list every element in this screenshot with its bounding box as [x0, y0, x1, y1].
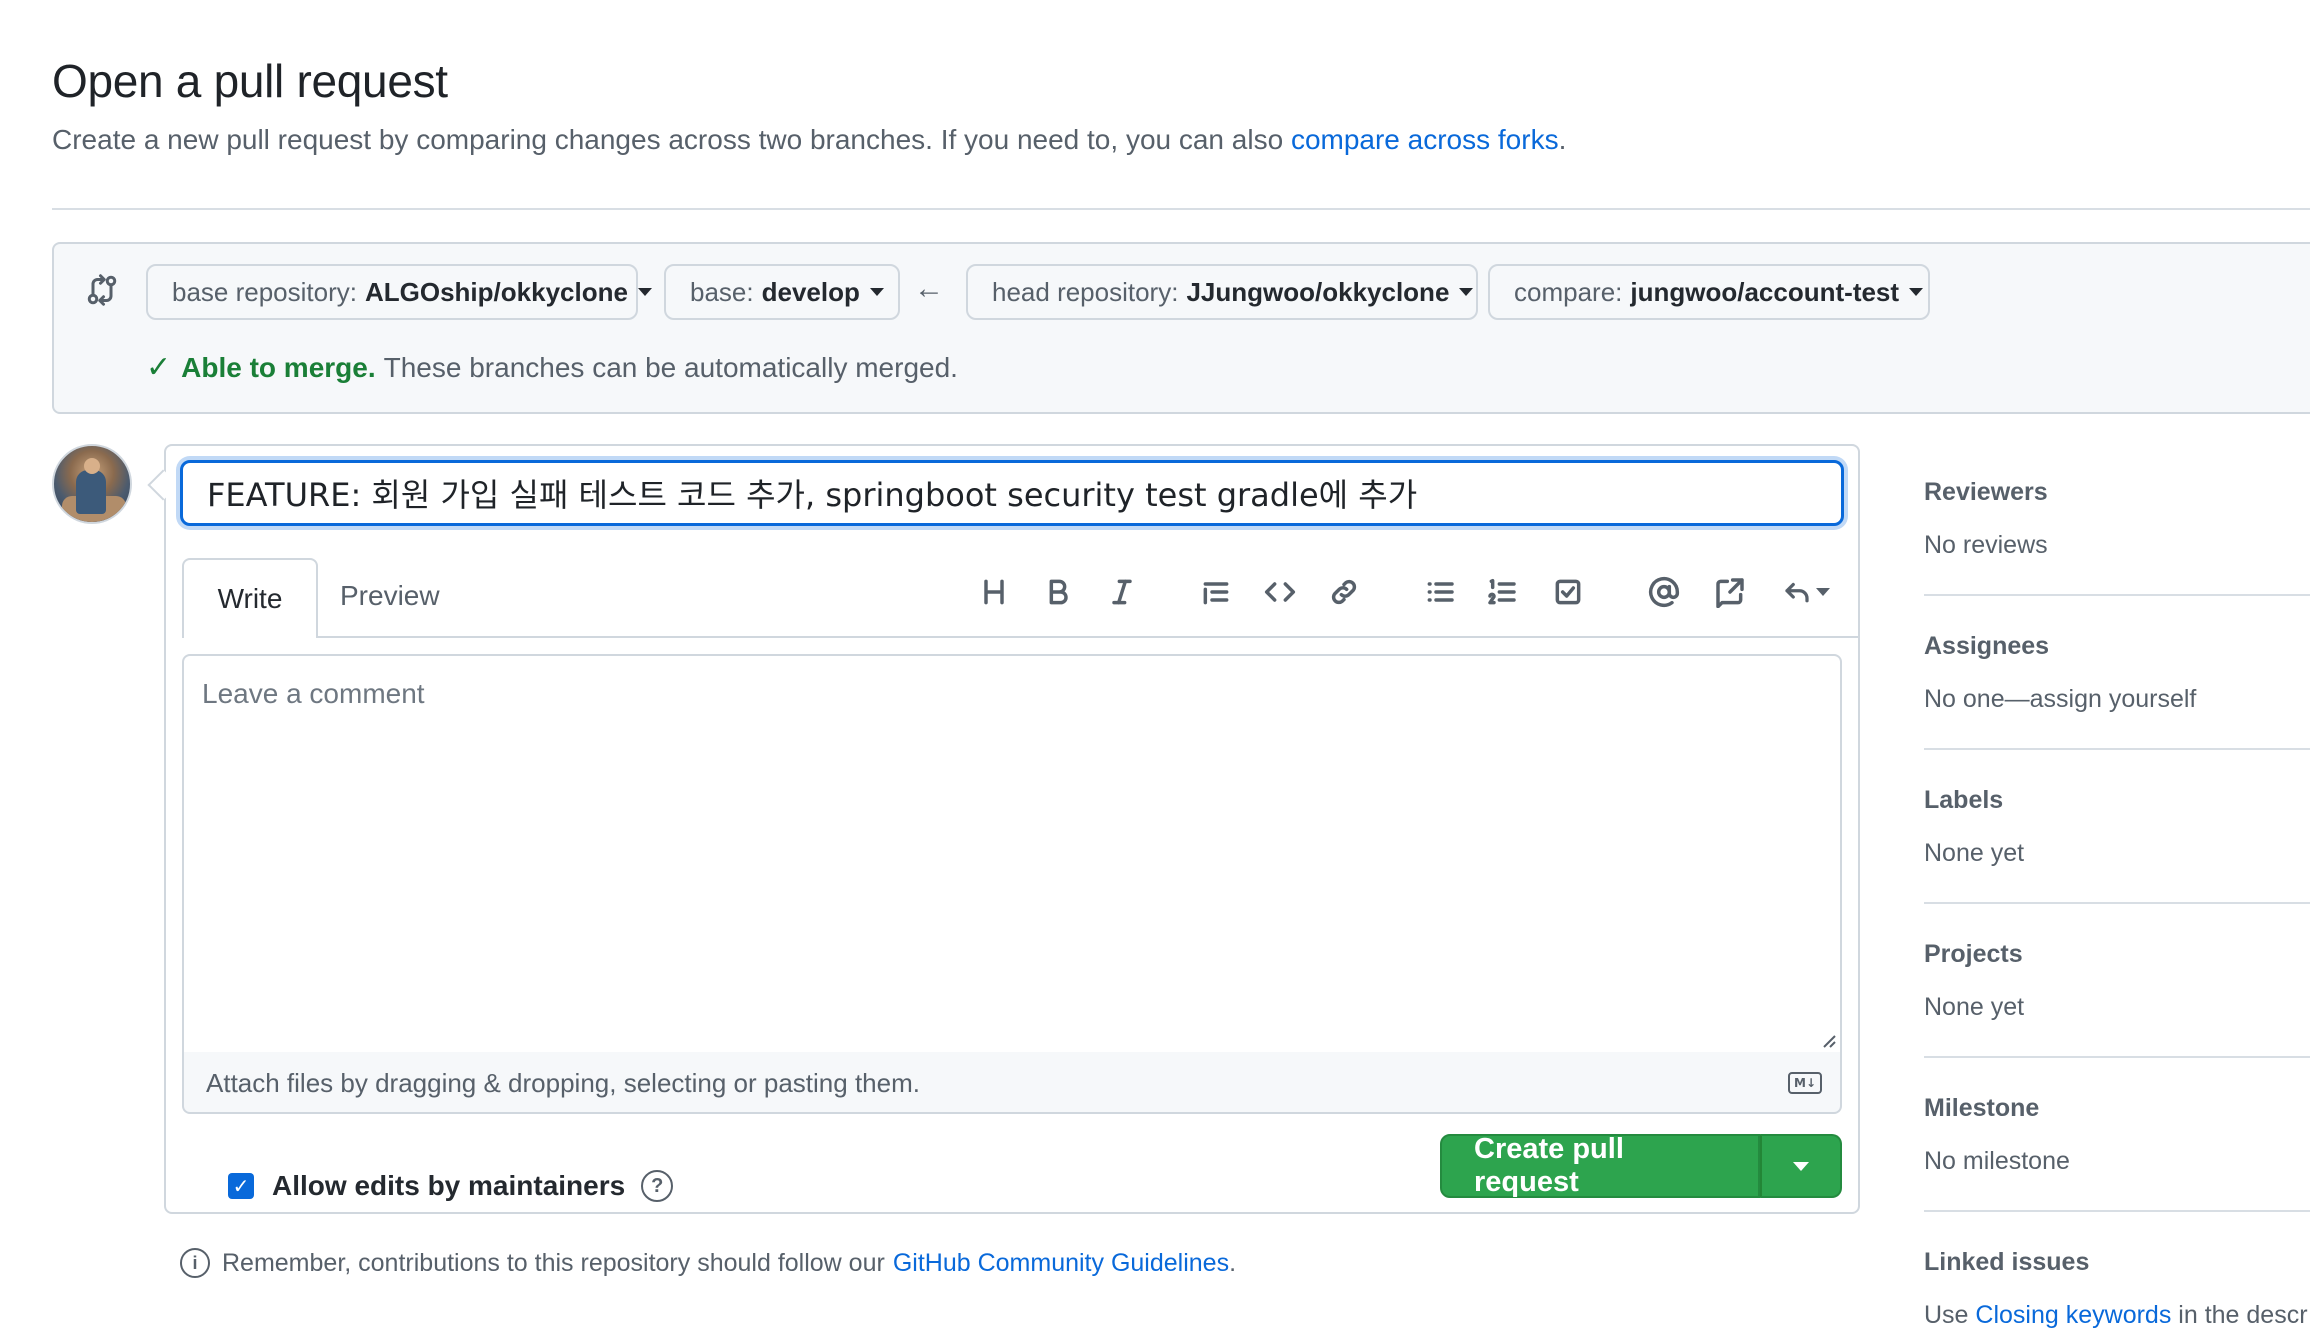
- tabs-divider: [182, 636, 1858, 638]
- tab-preview[interactable]: Preview: [340, 580, 440, 612]
- sidebar-divider: [1924, 902, 2310, 904]
- subtitle-end: .: [1558, 124, 1567, 155]
- arrow-left-icon: ←: [914, 272, 944, 305]
- guidelines-text: Remember, contributions to this reposito…: [222, 1248, 885, 1277]
- sidebar-divider: [1924, 1056, 2310, 1058]
- base-branch-label: base:: [690, 276, 754, 307]
- mention-icon[interactable]: [1642, 570, 1686, 614]
- sidebar-reviewers[interactable]: Reviewers No reviews: [1924, 478, 2310, 560]
- base-repository-label: base repository:: [172, 276, 357, 307]
- sidebar-linked-issues: Linked issues Use Closing keywords in th…: [1924, 1248, 2310, 1330]
- guidelines-end: .: [1229, 1248, 1237, 1277]
- head-repository-value: JJungwoo/okkyclone: [1186, 276, 1450, 307]
- linked-issues-title: Linked issues: [1924, 1248, 2090, 1276]
- base-repository-select[interactable]: base repository: ALGOship/okkyclone: [146, 264, 652, 320]
- avatar: [52, 444, 132, 524]
- compare-across-forks-link[interactable]: compare across forks: [1291, 124, 1559, 155]
- unordered-list-icon[interactable]: [1418, 570, 1462, 614]
- guidelines-note: i Remember, contributions to this reposi…: [180, 1248, 1236, 1278]
- subtitle-text: Create a new pull request by comparing c…: [52, 124, 1284, 155]
- attach-files-bar[interactable]: Attach files by dragging & dropping, sel…: [182, 1052, 1842, 1114]
- create-options-dropdown-button[interactable]: [1760, 1134, 1842, 1198]
- reviewers-title[interactable]: Reviewers: [1924, 478, 2310, 507]
- linked-pre: Use: [1924, 1301, 1969, 1329]
- milestone-value: No milestone: [1924, 1147, 2070, 1175]
- allow-edits-checkbox[interactable]: ✓: [228, 1173, 254, 1199]
- sidebar-divider: [1924, 594, 2310, 596]
- sidebar-labels[interactable]: Labels None yet: [1924, 786, 2310, 868]
- caret-down-icon: [1793, 1161, 1809, 1171]
- italic-icon[interactable]: [1100, 570, 1144, 614]
- pr-title-input[interactable]: [180, 460, 1844, 526]
- projects-title[interactable]: Projects: [1924, 940, 2310, 969]
- assignees-value[interactable]: No one—assign yourself: [1924, 685, 2310, 714]
- caret-down-icon: [1816, 588, 1830, 596]
- reference-icon[interactable]: [1708, 570, 1752, 614]
- linked-post: in the descr: [2178, 1301, 2308, 1329]
- base-branch-value: develop: [761, 276, 860, 307]
- info-icon: i: [180, 1248, 210, 1278]
- page-title: Open a pull request: [52, 55, 448, 107]
- comment-placeholder: Leave a comment: [202, 678, 425, 709]
- sidebar-assignees[interactable]: Assignees No one—assign yourself: [1924, 632, 2310, 714]
- caret-down-icon: [869, 288, 884, 296]
- create-pull-request-button[interactable]: Create pull request: [1440, 1133, 1760, 1198]
- base-repository-value: ALGOship/okkyclone: [364, 276, 628, 307]
- link-icon[interactable]: [1322, 570, 1366, 614]
- reply-icon[interactable]: [1774, 570, 1838, 614]
- labels-value: None yet: [1924, 839, 2025, 867]
- caret-down-icon: [1459, 288, 1474, 296]
- sidebar-milestone[interactable]: Milestone No milestone: [1924, 1094, 2310, 1176]
- compare-branch-select[interactable]: compare: jungwoo/account-test: [1488, 264, 1930, 320]
- merge-status-text: These branches can be automatically merg…: [383, 351, 958, 383]
- compare-branch-label: compare:: [1514, 276, 1623, 307]
- linked-issues-value: Use Closing keywords in the descr: [1924, 1301, 2310, 1330]
- head-repository-select[interactable]: head repository: JJungwoo/okkyclone: [966, 264, 1478, 320]
- community-guidelines-link[interactable]: GitHub Community Guidelines: [893, 1249, 1229, 1278]
- avatar-body: [76, 470, 106, 514]
- range-editor: base repository: ALGOship/okkyclone base…: [52, 242, 2310, 414]
- bold-icon[interactable]: [1036, 570, 1080, 614]
- projects-value: None yet: [1924, 993, 2025, 1021]
- labels-title[interactable]: Labels: [1924, 786, 2310, 815]
- milestone-title[interactable]: Milestone: [1924, 1094, 2310, 1123]
- allow-edits-checkbox-row[interactable]: ✓ Allow edits by maintainers ?: [228, 1170, 674, 1202]
- markdown-icon[interactable]: M↓: [1788, 1072, 1822, 1094]
- base-branch-select[interactable]: base: develop: [664, 264, 900, 320]
- sidebar-divider: [1924, 748, 2310, 750]
- sidebar-projects[interactable]: Projects None yet: [1924, 940, 2310, 1022]
- reviewers-value: No reviews: [1924, 531, 2048, 559]
- merge-status-ok: Able to merge.: [181, 351, 376, 383]
- comment-textarea[interactable]: Leave a comment: [182, 654, 1842, 1054]
- question-icon[interactable]: ?: [641, 1170, 674, 1202]
- head-repository-label: head repository:: [992, 276, 1179, 307]
- assignees-title[interactable]: Assignees: [1924, 632, 2310, 661]
- compare-branch-value: jungwoo/account-test: [1630, 276, 1900, 307]
- caret-down-icon: [1909, 288, 1924, 296]
- caret-down-icon: [637, 288, 652, 296]
- merge-status: ✓ Able to merge. These branches can be a…: [146, 350, 958, 385]
- heading-icon[interactable]: [972, 570, 1016, 614]
- check-icon: ✓: [146, 351, 172, 384]
- git-compare-icon: [87, 274, 117, 306]
- tab-write[interactable]: Write: [182, 558, 318, 638]
- avatar-head: [84, 458, 100, 474]
- code-icon[interactable]: [1258, 570, 1302, 614]
- task-list-icon[interactable]: [1546, 570, 1590, 614]
- sidebar-divider: [1924, 1210, 2310, 1212]
- header-divider: [52, 208, 2310, 210]
- allow-edits-label: Allow edits by maintainers: [272, 1170, 626, 1201]
- resize-handle-icon[interactable]: [1820, 1032, 1836, 1048]
- closing-keywords-link[interactable]: Closing keywords: [1975, 1301, 2171, 1329]
- page-subtitle: Create a new pull request by comparing c…: [52, 124, 1566, 156]
- ordered-list-icon[interactable]: [1480, 570, 1524, 614]
- quote-icon[interactable]: [1194, 570, 1238, 614]
